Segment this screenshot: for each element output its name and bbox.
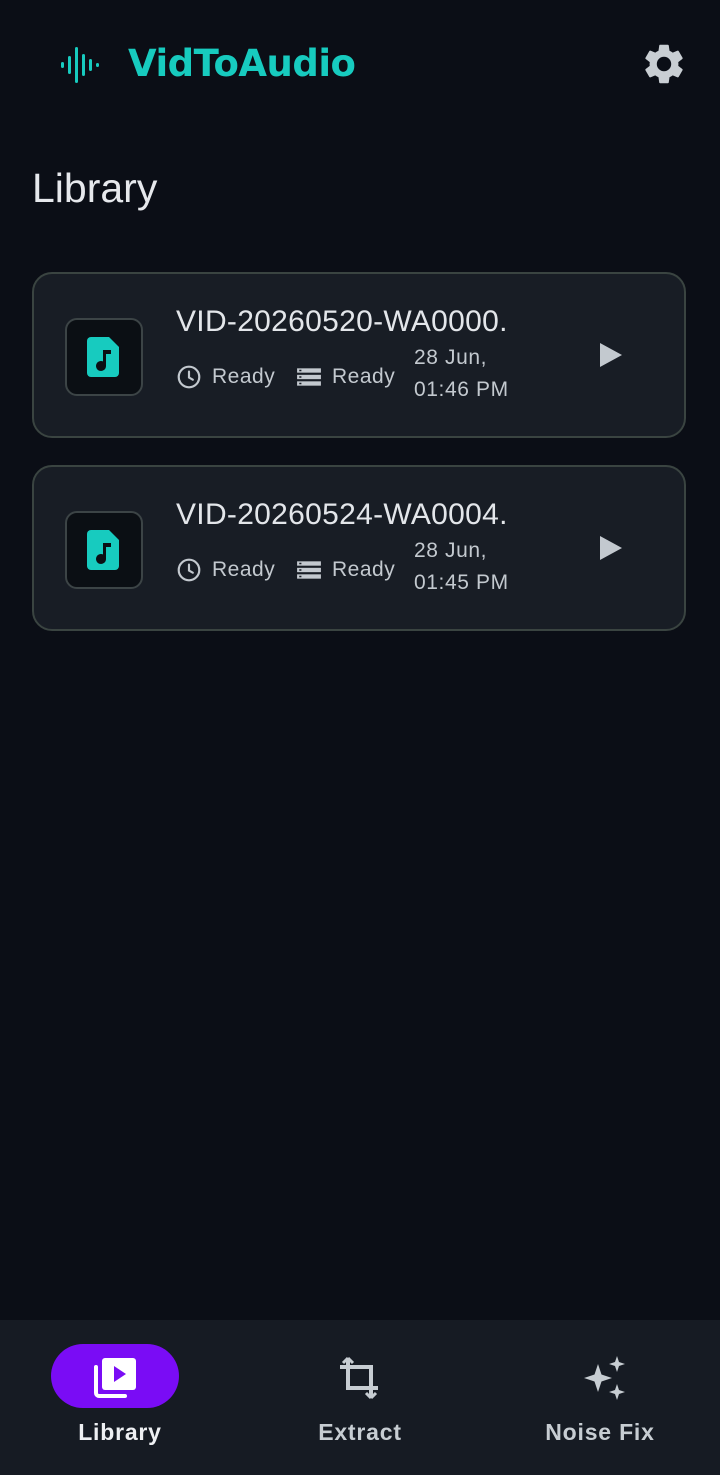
- nav-label: Library: [78, 1419, 162, 1445]
- play-icon: [600, 343, 622, 367]
- waveform-icon: [61, 47, 99, 83]
- play-button[interactable]: [586, 330, 636, 380]
- settings-button[interactable]: [640, 40, 688, 88]
- video-library-icon: [94, 1358, 136, 1398]
- item-date-day: 28 Jun,: [414, 539, 488, 562]
- nav-item-library[interactable]: Library: [0, 1320, 240, 1475]
- item-format: Ready: [296, 362, 395, 392]
- crop-icon: [340, 1356, 378, 1400]
- item-date-day: 28 Jun,: [414, 346, 488, 369]
- sparkle-icon: [584, 1356, 625, 1400]
- card-thumbnail: [65, 511, 143, 589]
- app-title: VidToAudio: [128, 42, 356, 85]
- nav-label: Extract: [318, 1419, 402, 1445]
- nav-item-noise-fix[interactable]: Noise Fix: [480, 1320, 720, 1475]
- audio-file-icon: [87, 337, 119, 377]
- audio-file-icon: [87, 530, 119, 570]
- item-format-text: Ready: [332, 558, 396, 581]
- clock-icon: [177, 558, 201, 582]
- gear-icon: [645, 44, 683, 84]
- nav-item-extract[interactable]: Extract: [240, 1320, 480, 1475]
- item-date: 28 Jun, 01:46 PM: [414, 342, 509, 406]
- item-status-text: Ready: [212, 365, 276, 388]
- clock-icon: [177, 365, 201, 389]
- page-title: Library: [32, 165, 158, 211]
- item-title: VID-20260520-WA0000.: [176, 305, 508, 338]
- library-item-card[interactable]: VID-20260524-WA0004. Ready Ready 28 Jun,…: [32, 465, 686, 631]
- bottom-navigation: Library Extract Noise Fix: [0, 1320, 720, 1475]
- item-format: Ready: [296, 555, 395, 585]
- item-date: 28 Jun, 01:45 PM: [414, 535, 509, 599]
- item-status-text: Ready: [212, 558, 276, 581]
- card-thumbnail: [65, 318, 143, 396]
- item-format-text: Ready: [332, 365, 396, 388]
- storage-icon: [297, 368, 321, 386]
- play-icon: [600, 536, 622, 560]
- play-button[interactable]: [586, 523, 636, 573]
- storage-icon: [297, 561, 321, 579]
- item-date-time: 01:46 PM: [414, 378, 509, 401]
- library-item-card[interactable]: VID-20260520-WA0000. Ready Ready 28 Jun,…: [32, 272, 686, 438]
- item-title: VID-20260524-WA0004.: [176, 498, 508, 531]
- item-date-time: 01:45 PM: [414, 571, 509, 594]
- item-status: Ready: [176, 555, 275, 585]
- nav-label: Noise Fix: [545, 1419, 655, 1445]
- item-status: Ready: [176, 362, 275, 392]
- app-bar: VidToAudio: [0, 0, 720, 128]
